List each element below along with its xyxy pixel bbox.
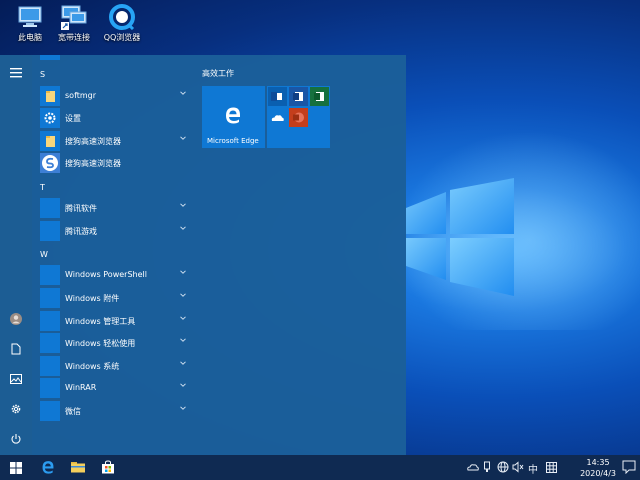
edge-icon: [226, 107, 240, 124]
folder-icon: [40, 356, 60, 376]
folder-icon: [40, 288, 60, 308]
desktop-icon-qq-browser[interactable]: QQ浏览器: [92, 4, 152, 43]
app-sogou-folder[interactable]: 搜狗高速浏览器: [40, 131, 190, 151]
folder-icon: [40, 86, 60, 106]
app-label: Windows 管理工具: [65, 317, 136, 326]
app-powershell[interactable]: Windows PowerShell: [40, 265, 190, 285]
chevron-down-icon[interactable]: [180, 382, 186, 388]
app-windows-ease-of-access[interactable]: Windows 轻松使用: [40, 333, 190, 353]
app-label: 设置: [65, 114, 81, 123]
user-icon[interactable]: [8, 313, 24, 329]
input-grid-icon[interactable]: [546, 462, 557, 473]
taskbar: 中 14:35 2020/4/3: [0, 455, 640, 480]
app-label: 腾讯软件: [65, 204, 97, 213]
ime-indicator[interactable]: 中: [528, 461, 538, 476]
folder-icon: [40, 333, 60, 353]
app-label: softmgr: [65, 91, 97, 100]
chevron-down-icon[interactable]: [180, 315, 186, 321]
folder-icon: [40, 378, 60, 398]
store-icon: [102, 460, 114, 474]
desktop-icon-label: QQ浏览器: [103, 33, 141, 42]
chevron-down-icon[interactable]: [180, 202, 186, 208]
app-windows-system[interactable]: Windows 系统: [40, 356, 190, 376]
onedrive-icon[interactable]: [268, 108, 287, 127]
qq-browser-icon: [108, 4, 136, 31]
settings-icon[interactable]: [8, 403, 24, 419]
section-letter-w[interactable]: W: [40, 250, 48, 259]
hamburger-icon[interactable]: [8, 67, 24, 83]
picture-icon[interactable]: [8, 373, 24, 389]
section-letter-t[interactable]: T: [40, 183, 45, 192]
app-settings[interactable]: 设置: [40, 108, 190, 128]
app-label: 搜狗高速浏览器: [65, 159, 121, 168]
word-icon[interactable]: [289, 87, 308, 106]
notification-center-icon[interactable]: [622, 460, 636, 474]
chevron-down-icon[interactable]: [180, 269, 186, 275]
app-label: WinRAR: [65, 383, 97, 392]
section-letter-s[interactable]: S: [40, 70, 45, 79]
app-softmgr[interactable]: softmgr: [40, 86, 190, 106]
folder-icon: [40, 131, 60, 151]
clock-date: 2020/4/3: [580, 469, 616, 478]
excel-icon[interactable]: [310, 87, 329, 106]
chevron-down-icon[interactable]: [180, 292, 186, 298]
chevron-down-icon[interactable]: [180, 135, 186, 141]
network-globe-icon[interactable]: [497, 461, 509, 473]
app-windows-admin-tools[interactable]: Windows 管理工具: [40, 311, 190, 331]
chevron-down-icon[interactable]: [180, 90, 186, 96]
app-label: Windows 系统: [65, 362, 120, 371]
volume-muted-icon[interactable]: [512, 461, 524, 473]
windows-logo-wallpaper: [406, 178, 514, 296]
folder-icon: [40, 401, 60, 421]
app-tencent-games[interactable]: 腾讯游戏: [40, 221, 190, 241]
powerpoint-icon[interactable]: [289, 108, 308, 127]
file-explorer-icon: [71, 462, 85, 473]
folder-icon: [40, 265, 60, 285]
onedrive-tray-icon[interactable]: [467, 463, 479, 471]
app-label: Windows PowerShell: [65, 270, 147, 279]
app-label: 腾讯游戏: [65, 227, 97, 236]
app-windows-accessories[interactable]: Windows 附件: [40, 288, 190, 308]
tile-office-group[interactable]: [267, 86, 330, 148]
document-icon[interactable]: [8, 343, 24, 359]
folder-icon: [40, 311, 60, 331]
edge-icon: [42, 461, 54, 474]
gear-icon: [40, 108, 60, 128]
power-icon[interactable]: [8, 433, 24, 449]
start-menu-rail: [0, 55, 32, 455]
computer-icon: [16, 4, 44, 30]
folder-icon: [40, 198, 60, 218]
clock[interactable]: 14:35 2020/4/3: [580, 457, 616, 479]
chevron-down-icon[interactable]: [180, 225, 186, 231]
app-sogou-browser[interactable]: 搜狗高速浏览器: [40, 153, 190, 173]
app-label: 微信: [65, 407, 81, 416]
taskbar-edge[interactable]: [32, 455, 64, 480]
chevron-down-icon[interactable]: [180, 360, 186, 366]
chevron-down-icon[interactable]: [180, 337, 186, 343]
app-tencent-software[interactable]: 腾讯软件: [40, 198, 190, 218]
folder-icon: [40, 221, 60, 241]
tile-microsoft-edge[interactable]: Microsoft Edge: [202, 86, 265, 148]
scrolled-item-partial: [40, 55, 60, 60]
app-wechat[interactable]: 微信: [40, 401, 190, 421]
app-label: Windows 轻松使用: [65, 339, 136, 348]
taskbar-file-explorer[interactable]: [62, 455, 94, 480]
app-winrar[interactable]: WinRAR: [40, 378, 190, 398]
tile-group-title[interactable]: 高效工作: [202, 68, 234, 79]
taskbar-store[interactable]: [92, 455, 124, 480]
app-label: Windows 附件: [65, 294, 120, 303]
chevron-down-icon[interactable]: [180, 405, 186, 411]
outlook-icon[interactable]: [268, 87, 287, 106]
start-icon: [10, 462, 22, 474]
network-icon: [60, 4, 88, 30]
tile-label: Microsoft Edge: [207, 137, 259, 145]
sogou-browser-icon: [40, 153, 60, 173]
clock-time: 14:35: [586, 458, 610, 467]
app-label: 搜狗高速浏览器: [65, 137, 121, 146]
usb-icon[interactable]: [483, 461, 491, 473]
start-button[interactable]: [0, 455, 32, 480]
